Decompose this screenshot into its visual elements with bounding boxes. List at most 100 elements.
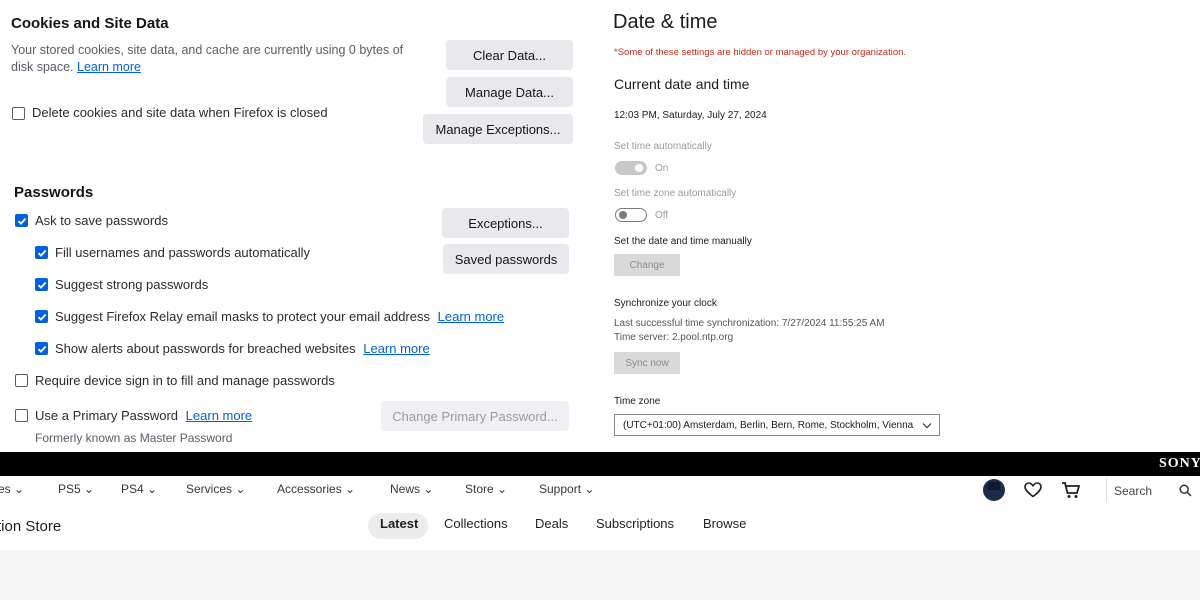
nav-item-ps5[interactable]: PS5 ⌄ bbox=[58, 482, 94, 496]
delete-cookies-label: Delete cookies and site data when Firefo… bbox=[32, 105, 328, 120]
toggle-knob bbox=[635, 164, 643, 172]
search-icon bbox=[1179, 484, 1192, 497]
nav-item-accessories[interactable]: Accessories ⌄ bbox=[277, 482, 355, 496]
require-device-label: Require device sign in to fill and manag… bbox=[35, 373, 335, 388]
cookies-description-text: disk space. bbox=[11, 60, 74, 74]
nav-item-store[interactable]: Store ⌄ bbox=[465, 482, 507, 496]
store-content-area bbox=[0, 550, 1200, 600]
manage-data-button[interactable]: Manage Data... bbox=[446, 77, 573, 107]
chevron-down-icon: ⌄ bbox=[497, 482, 508, 496]
passwords-section-title: Passwords bbox=[14, 184, 94, 201]
breach-alerts-checkbox[interactable] bbox=[35, 342, 48, 355]
playstation-nav: es ⌄ PS5 ⌄ PS4 ⌄ Services ⌄ Accessories … bbox=[0, 476, 1200, 504]
datetime-page-title: Date & time bbox=[613, 11, 718, 33]
sony-logo: SONY bbox=[1159, 456, 1200, 471]
cookies-description: Your stored cookies, site data, and cach… bbox=[11, 43, 404, 57]
cookies-learn-more-link[interactable]: Learn more bbox=[77, 60, 141, 74]
managed-warning: *Some of these settings are hidden or ma… bbox=[614, 47, 907, 58]
suggest-relay-row: Suggest Firefox Relay email masks to pro… bbox=[55, 309, 504, 324]
nav-item-ps4[interactable]: PS4 ⌄ bbox=[121, 482, 157, 496]
tab-deals[interactable]: Deals bbox=[535, 516, 568, 531]
chevron-down-icon bbox=[922, 423, 932, 429]
store-header: tion Store Latest Collections Deals Subs… bbox=[0, 504, 1200, 550]
nav-item-label: Store bbox=[465, 482, 494, 496]
fill-auto-checkbox[interactable] bbox=[35, 246, 48, 259]
search-box[interactable]: Search bbox=[1106, 478, 1200, 502]
tab-subscriptions[interactable]: Subscriptions bbox=[596, 516, 674, 531]
sync-now-button[interactable]: Sync now bbox=[614, 352, 680, 374]
nav-item-label: PS5 bbox=[58, 482, 81, 496]
ask-save-passwords-label: Ask to save passwords bbox=[35, 213, 168, 228]
change-primary-password-button[interactable]: Change Primary Password... bbox=[381, 401, 569, 431]
breach-alerts-row: Show alerts about passwords for breached… bbox=[55, 341, 430, 356]
set-zone-auto-toggle[interactable] bbox=[615, 208, 647, 222]
store-title: tion Store bbox=[0, 518, 62, 535]
nav-item-label: News bbox=[390, 482, 421, 496]
heart-icon[interactable] bbox=[1024, 482, 1042, 498]
firefox-privacy-panel: Cookies and Site Data Your stored cookie… bbox=[0, 0, 600, 452]
chevron-down-icon: ⌄ bbox=[235, 482, 246, 496]
nav-item-services[interactable]: Services ⌄ bbox=[186, 482, 245, 496]
windows-datetime-panel: Date & time *Some of these settings are … bbox=[600, 0, 1200, 452]
chevron-down-icon: ⌄ bbox=[345, 482, 356, 496]
nav-item-news[interactable]: News ⌄ bbox=[390, 482, 433, 496]
clear-data-button[interactable]: Clear Data... bbox=[446, 40, 573, 70]
suggest-strong-label: Suggest strong passwords bbox=[55, 277, 209, 292]
set-zone-auto-state: Off bbox=[655, 210, 669, 221]
nav-item-support[interactable]: Support ⌄ bbox=[539, 482, 594, 496]
timezone-label: Time zone bbox=[614, 396, 661, 407]
sony-top-bar: SONY bbox=[0, 452, 1200, 476]
timezone-value: (UTC+01:00) Amsterdam, Berlin, Bern, Rom… bbox=[623, 420, 914, 431]
suggest-strong-checkbox[interactable] bbox=[35, 278, 48, 291]
checkmark-icon bbox=[37, 313, 46, 321]
tab-browse[interactable]: Browse bbox=[703, 516, 746, 531]
change-datetime-button[interactable]: Change bbox=[614, 254, 680, 276]
primary-learn-more-link[interactable]: Learn more bbox=[186, 408, 252, 423]
last-sync-text: Last successful time synchronization: 7/… bbox=[614, 318, 885, 329]
suggest-relay-checkbox[interactable] bbox=[35, 310, 48, 323]
checkmark-icon bbox=[37, 249, 46, 257]
chevron-down-icon: ⌄ bbox=[14, 482, 25, 496]
toggle-knob bbox=[619, 210, 627, 219]
avatar[interactable] bbox=[983, 479, 1005, 501]
chevron-down-icon: ⌄ bbox=[584, 482, 595, 496]
cart-icon[interactable] bbox=[1061, 481, 1081, 499]
search-placeholder: Search bbox=[1114, 484, 1153, 498]
primary-password-checkbox[interactable] bbox=[15, 409, 28, 422]
saved-passwords-button[interactable]: Saved passwords bbox=[443, 244, 569, 274]
ask-save-passwords-checkbox[interactable] bbox=[15, 214, 28, 227]
breach-alerts-label: Show alerts about passwords for breached… bbox=[55, 341, 356, 356]
set-time-auto-toggle[interactable] bbox=[615, 161, 647, 175]
chevron-down-icon: ⌄ bbox=[423, 482, 434, 496]
timezone-select[interactable]: (UTC+01:00) Amsterdam, Berlin, Bern, Rom… bbox=[614, 414, 940, 436]
checkmark-icon bbox=[37, 345, 46, 353]
cookies-description-line2: disk space. Learn more bbox=[11, 60, 141, 74]
primary-password-label: Use a Primary Password bbox=[35, 408, 179, 423]
alerts-learn-more-link[interactable]: Learn more bbox=[363, 341, 429, 356]
nav-item-games[interactable]: es ⌄ bbox=[0, 482, 24, 496]
time-server-text: Time server: 2.pool.ntp.org bbox=[614, 332, 734, 343]
checkmark-icon bbox=[17, 217, 26, 225]
nav-item-label: es bbox=[0, 482, 11, 496]
relay-learn-more-link[interactable]: Learn more bbox=[438, 309, 504, 324]
current-datetime-heading: Current date and time bbox=[614, 76, 750, 92]
password-exceptions-button[interactable]: Exceptions... bbox=[442, 208, 569, 238]
nav-item-label: Services bbox=[186, 482, 233, 496]
avatar-hat bbox=[988, 482, 1000, 490]
set-time-auto-state: On bbox=[655, 163, 669, 174]
manage-exceptions-button[interactable]: Manage Exceptions... bbox=[423, 114, 573, 144]
checkmark-icon bbox=[37, 281, 46, 289]
tab-collections[interactable]: Collections bbox=[444, 516, 508, 531]
manual-datetime-label: Set the date and time manually bbox=[614, 236, 752, 247]
require-device-checkbox[interactable] bbox=[15, 374, 28, 387]
delete-cookies-checkbox[interactable] bbox=[12, 107, 25, 120]
cookies-section-title: Cookies and Site Data bbox=[11, 15, 169, 32]
chevron-down-icon: ⌄ bbox=[84, 482, 95, 496]
tab-latest[interactable]: Latest bbox=[380, 516, 418, 531]
nav-item-label: PS4 bbox=[121, 482, 144, 496]
suggest-relay-label: Suggest Firefox Relay email masks to pro… bbox=[55, 309, 430, 324]
nav-item-label: Accessories bbox=[277, 482, 342, 496]
chevron-down-icon: ⌄ bbox=[147, 482, 158, 496]
primary-password-row: Use a Primary Password Learn more bbox=[35, 408, 252, 423]
nav-item-label: Support bbox=[539, 482, 582, 496]
